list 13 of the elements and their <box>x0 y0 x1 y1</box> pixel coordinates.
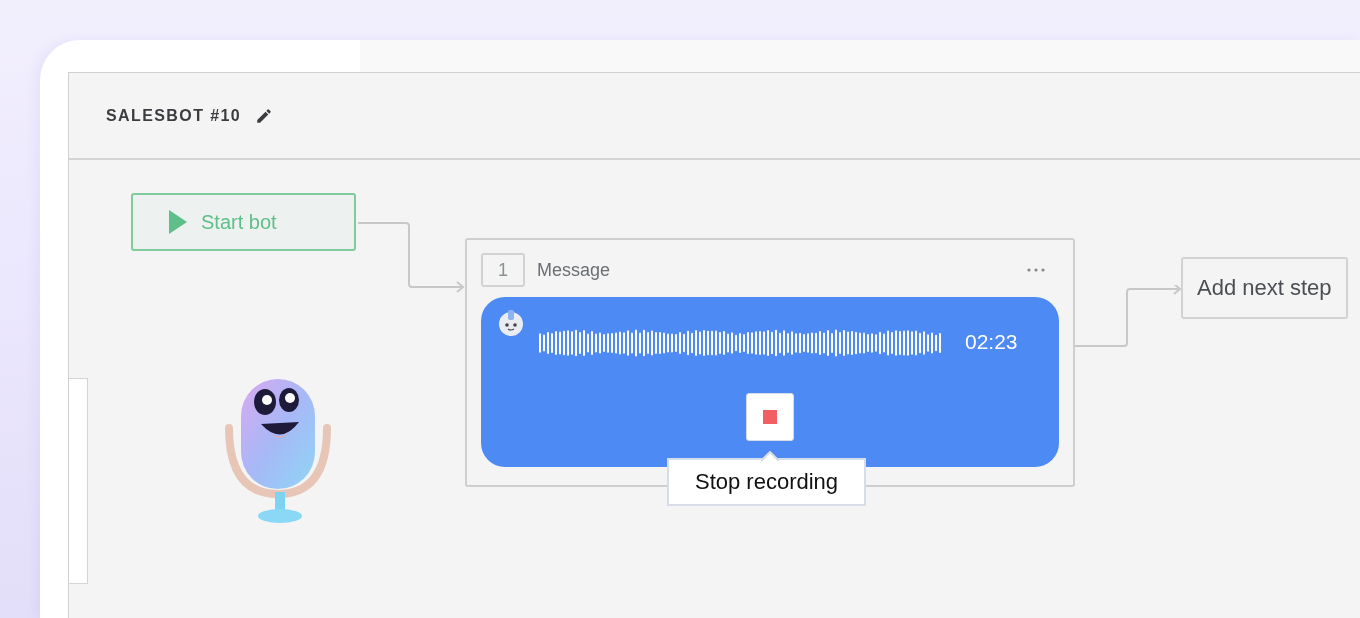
more-icon[interactable] <box>1027 268 1045 272</box>
tooltip-text: Stop recording <box>695 469 839 494</box>
robot-avatar-icon <box>497 309 525 337</box>
message-title: Message <box>537 259 612 281</box>
edit-icon[interactable] <box>255 106 274 125</box>
start-label: Start bot <box>201 210 277 234</box>
play-icon <box>169 210 187 234</box>
add-step-node[interactable]: Add next step <box>1181 257 1348 319</box>
stop-icon <box>763 410 777 424</box>
stop-button[interactable] <box>746 393 794 441</box>
step-number: 1 <box>481 253 525 287</box>
bot-title: SALESBOT #10 <box>106 106 242 125</box>
duration-label: 02:23 <box>965 330 1018 354</box>
